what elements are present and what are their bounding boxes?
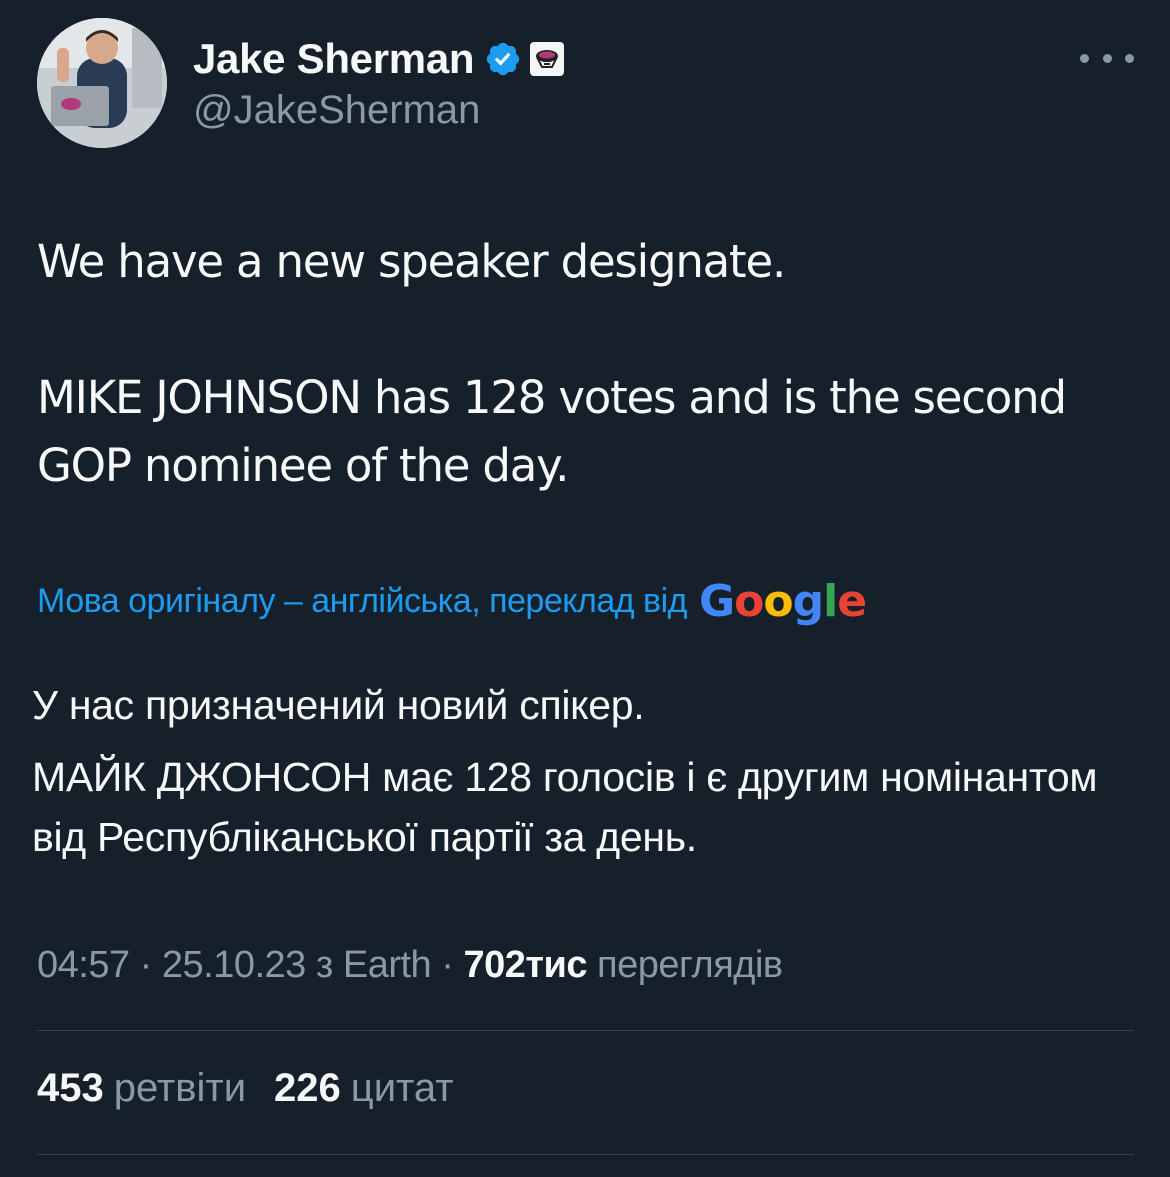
quotes-label: цитат (350, 1066, 454, 1110)
tweet-stats: 453 ретвіти 226 цитат (37, 1066, 454, 1111)
author-name-row: Jake Sherman (193, 34, 565, 84)
more-options-icon[interactable] (1080, 40, 1134, 76)
author-display-name[interactable]: Jake Sherman (193, 35, 475, 83)
meta-separator: · (431, 944, 464, 986)
translation-notice[interactable]: Мова оригіналу – англійська, переклад ві… (37, 576, 867, 627)
retweets-count: 453 (37, 1066, 104, 1110)
affiliate-badge-icon[interactable] (530, 42, 565, 76)
retweets-stat[interactable]: 453 ретвіти (37, 1066, 246, 1111)
more-dot (1080, 53, 1089, 63)
more-dot (1102, 53, 1112, 63)
source-prefix: з (315, 944, 333, 986)
views-count[interactable]: 702тис (463, 944, 587, 986)
quotes-stat[interactable]: 226 цитат (274, 1066, 454, 1111)
translated-paragraph: МАЙК ДЖОНСОН має 128 голосів і є другим … (32, 754, 1098, 860)
avatar[interactable] (37, 18, 167, 148)
verified-badge-icon (487, 42, 520, 76)
views-label: переглядів (597, 944, 783, 986)
tweet: Jake Sherman @JakeSherman We have a new … (0, 0, 1170, 1177)
divider (37, 1154, 1134, 1155)
tweet-paragraph: We have a new speaker designate. (37, 235, 786, 288)
author-handle[interactable]: @JakeSherman (193, 88, 480, 133)
tweet-time[interactable]: 04:57 (37, 944, 130, 986)
divider (37, 1030, 1134, 1031)
translation-notice-text: Мова оригіналу – англійська, переклад ві… (37, 582, 688, 620)
tweet-source: Earth (342, 944, 432, 986)
quotes-count: 226 (274, 1066, 341, 1110)
translated-text: У нас призначений новий спікер. МАЙК ДЖО… (32, 675, 1142, 867)
tweet-text: We have a new speaker designate. MIKE JO… (37, 228, 1137, 500)
retweets-label: ретвіти (113, 1066, 247, 1110)
tweet-date[interactable]: 25.10.23 (162, 944, 306, 986)
translated-paragraph: У нас призначений новий спікер. (32, 682, 645, 728)
tweet-paragraph: MIKE JOHNSON has 128 votes and is the se… (37, 371, 1067, 492)
google-logo: Google (699, 576, 867, 627)
meta-separator: · (129, 944, 162, 986)
tweet-meta: 04:57 · 25.10.23 з Earth · 702тис перегл… (37, 944, 783, 987)
more-dot (1125, 53, 1134, 63)
